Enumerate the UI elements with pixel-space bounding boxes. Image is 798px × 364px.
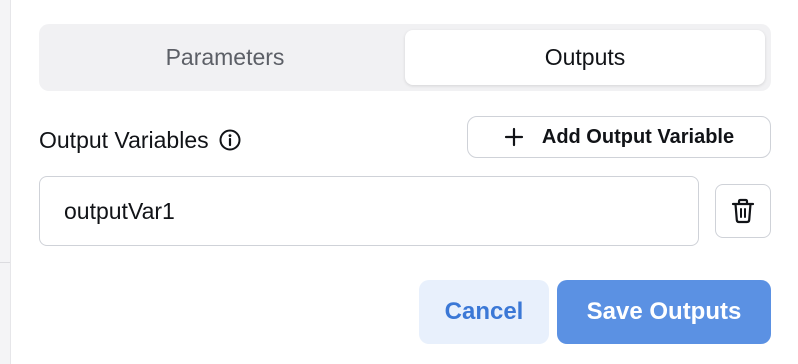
info-circle-icon[interactable] [219, 129, 241, 151]
add-output-variable-label: Add Output Variable [541, 125, 735, 148]
tab-bar: Parameters Outputs [39, 24, 771, 91]
outputs-panel: Parameters Outputs Output Variables Add … [10, 0, 798, 364]
add-output-variable-button[interactable]: Add Output Variable [467, 116, 771, 158]
output-variables-title: Output Variables [39, 126, 209, 153]
plus-icon [504, 127, 524, 147]
tab-outputs[interactable]: Outputs [405, 30, 765, 85]
cancel-button[interactable]: Cancel [419, 280, 549, 344]
delete-variable-button[interactable] [715, 184, 771, 238]
tab-parameters[interactable]: Parameters [45, 30, 405, 85]
output-variable-input[interactable] [39, 176, 699, 246]
save-outputs-button[interactable]: Save Outputs [557, 280, 771, 344]
trash-icon [731, 198, 755, 224]
output-variables-heading: Output Variables [39, 124, 241, 156]
